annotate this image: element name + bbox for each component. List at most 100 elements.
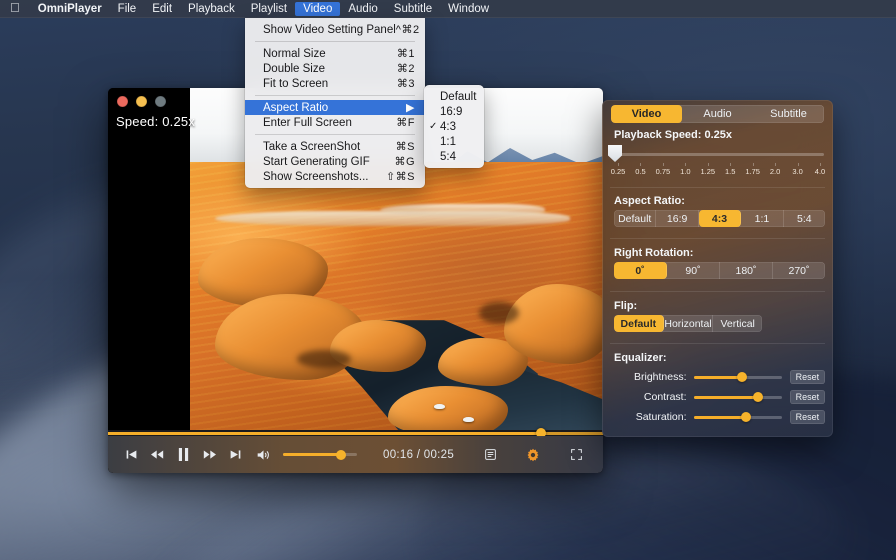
speed-tick-mark — [685, 163, 686, 166]
rotation-option-90[interactable]: 90˚ — [667, 262, 720, 279]
equalizer-row-label: Brightness: — [614, 371, 687, 383]
equalizer-slider[interactable] — [694, 376, 782, 379]
aspect-option-169[interactable]: 16:9 — [656, 210, 698, 227]
tab-subtitle[interactable]: Subtitle — [753, 105, 824, 123]
menu-separator — [255, 41, 415, 42]
menu-playback[interactable]: Playback — [180, 2, 243, 16]
secondary-controls — [477, 442, 593, 468]
equalizer-slider-fill — [694, 396, 758, 399]
aspect-option-11[interactable]: 1:1 — [741, 210, 783, 227]
menu-item-label: Start Generating GIF — [263, 156, 394, 168]
rotation-option-270[interactable]: 270˚ — [773, 262, 825, 279]
video-rock-shadow — [297, 350, 351, 368]
equalizer-reset-button[interactable]: Reset — [790, 370, 825, 384]
flip-option-vertical[interactable]: Vertical — [713, 315, 762, 332]
menu-item-showscreenshots[interactable]: Show Screenshots...⇧⌘S — [245, 169, 425, 184]
menu-item-label: Take a ScreenShot — [263, 141, 396, 153]
aspect-submenu-item-default[interactable]: Default — [424, 89, 484, 104]
gear-icon[interactable] — [520, 442, 546, 468]
equalizer-reset-button[interactable]: Reset — [790, 410, 825, 424]
next-track-button[interactable] — [222, 442, 248, 468]
zoom-button[interactable] — [155, 96, 166, 107]
chevron-right-icon: ▶ — [406, 101, 415, 114]
equalizer-slider[interactable] — [694, 416, 782, 419]
equalizer-slider-handle[interactable] — [741, 412, 751, 422]
speed-tick-label: 1.5 — [725, 167, 735, 176]
video-boat — [434, 404, 445, 409]
rotation-option-0[interactable]: 0˚ — [614, 262, 667, 279]
volume-slider[interactable] — [283, 453, 357, 456]
flip-option-default[interactable]: Default — [614, 315, 664, 332]
menu-playlist[interactable]: Playlist — [243, 2, 295, 16]
menu-item-fittoscreen[interactable]: Fit to Screen⌘3 — [245, 76, 425, 91]
playback-speed-slider[interactable] — [614, 153, 824, 156]
menu-item-aspectratio[interactable]: Aspect Ratio▶ — [245, 100, 425, 115]
volume-slider-fill — [283, 453, 339, 456]
playback-speed-ticks: 0.250.50.751.01.251.51.752.03.04.0 — [612, 163, 826, 175]
speed-tick-label: 0.25 — [611, 167, 626, 176]
speed-tick-mark — [820, 163, 821, 166]
aspect-submenu-item-54[interactable]: 5:4 — [424, 149, 484, 164]
aspect-option-54[interactable]: 5:4 — [784, 210, 825, 227]
equalizer-reset-button[interactable]: Reset — [790, 390, 825, 404]
equalizer-slider-handle[interactable] — [753, 392, 763, 402]
right-rotation-segmented-control: 0˚90˚180˚270˚ — [614, 262, 825, 279]
menu-audio[interactable]: Audio — [340, 2, 385, 16]
speed-tick-label: 2.0 — [770, 167, 780, 176]
fast-forward-button[interactable] — [196, 442, 222, 468]
volume-button[interactable] — [250, 442, 276, 468]
divider — [610, 238, 825, 239]
tab-audio[interactable]: Audio — [682, 105, 753, 123]
menu-item-doublesize[interactable]: Double Size⌘2 — [245, 61, 425, 76]
flip-option-horizontal[interactable]: Horizontal — [664, 315, 714, 332]
tab-video[interactable]: Video — [611, 105, 682, 123]
playback-controls: 00:16 / 00:25 — [108, 436, 603, 473]
right-rotation-label: Right Rotation: — [614, 247, 693, 259]
fullscreen-button[interactable] — [563, 442, 589, 468]
menu-bar:  OmniPlayer File Edit Playback Playlist… — [0, 0, 896, 18]
menu-separator — [255, 95, 415, 96]
menu-item-startgeneratinggif[interactable]: Start Generating GIF⌘G — [245, 154, 425, 169]
divider — [610, 187, 825, 188]
pause-button[interactable] — [170, 442, 196, 468]
equalizer-slider-handle[interactable] — [737, 372, 747, 382]
equalizer-slider-fill — [694, 376, 743, 379]
menu-item-enterfullscreen[interactable]: Enter Full Screen⌘F — [245, 115, 425, 130]
equalizer-slider-fill — [694, 416, 747, 419]
menu-video[interactable]: Video — [295, 2, 340, 16]
menu-item-showvideosettingpanel[interactable]: Show Video Setting Panel^⌘2 — [245, 22, 425, 37]
aspect-submenu-item-43[interactable]: ✓4:3 — [424, 119, 484, 134]
aspect-option-default[interactable]: Default — [614, 210, 656, 227]
equalizer-slider[interactable] — [694, 396, 782, 399]
menu-window[interactable]: Window — [440, 2, 497, 16]
volume-slider-handle[interactable] — [336, 450, 346, 460]
menu-item-label: Normal Size — [263, 48, 397, 60]
aspect-option-43[interactable]: 4:3 — [699, 210, 741, 227]
aspect-submenu-item-169[interactable]: 16:9 — [424, 104, 484, 119]
menu-file[interactable]: File — [110, 2, 145, 16]
desktop:  OmniPlayer File Edit Playback Playlist… — [0, 0, 896, 560]
menu-item-normalsize[interactable]: Normal Size⌘1 — [245, 46, 425, 61]
speed-tick-mark — [708, 163, 709, 166]
rotation-option-180[interactable]: 180˚ — [720, 262, 773, 279]
aspect-submenu-item-11[interactable]: 1:1 — [424, 134, 484, 149]
previous-track-button[interactable] — [118, 442, 144, 468]
menu-item-shortcut: ⌘2 — [397, 62, 415, 75]
menu-subtitle[interactable]: Subtitle — [386, 2, 440, 16]
apple-logo-icon[interactable]:  — [6, 1, 30, 14]
menu-omniplayer[interactable]: OmniPlayer — [30, 2, 110, 16]
flip-label: Flip: — [614, 300, 637, 312]
panel-tabs: Video Audio Subtitle — [611, 105, 824, 123]
menu-item-label: Show Video Setting Panel — [263, 24, 396, 36]
menu-item-takeascreenshot[interactable]: Take a ScreenShot⌘S — [245, 139, 425, 154]
playlist-button[interactable] — [477, 442, 503, 468]
minimize-button[interactable] — [136, 96, 147, 107]
playback-speed-handle[interactable] — [608, 145, 622, 162]
window-traffic-lights — [117, 96, 166, 107]
menu-item-shortcut: ⌘G — [394, 155, 415, 168]
rewind-button[interactable] — [144, 442, 170, 468]
equalizer-label: Equalizer: — [614, 352, 667, 364]
close-button[interactable] — [117, 96, 128, 107]
speed-tick-label: 1.25 — [700, 167, 715, 176]
menu-edit[interactable]: Edit — [144, 2, 180, 16]
